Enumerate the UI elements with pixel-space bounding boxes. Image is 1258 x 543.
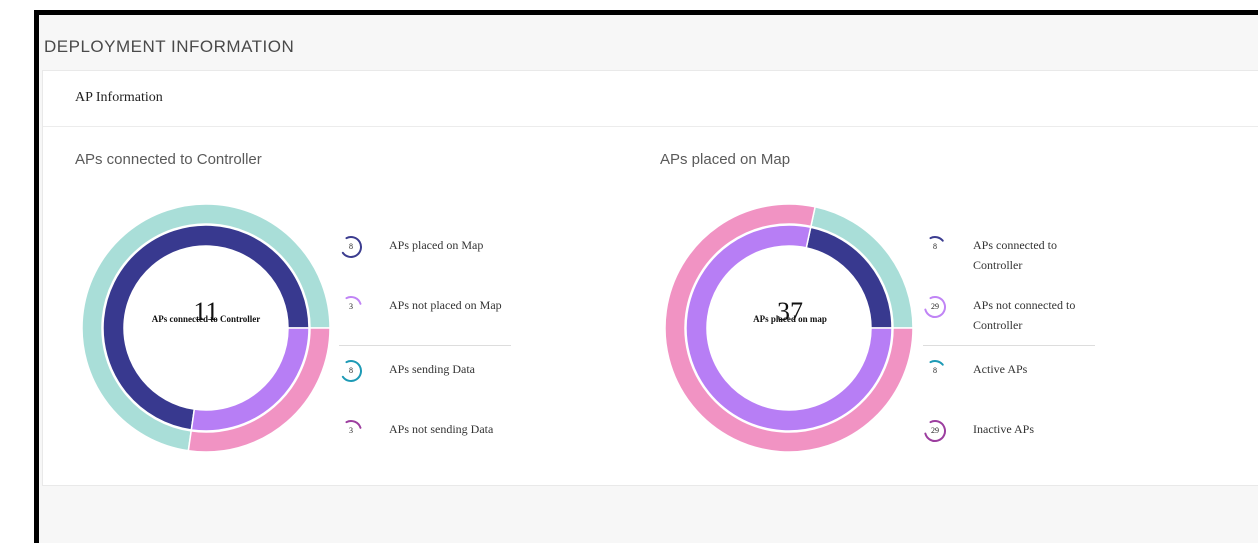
arc-icon: 3	[339, 419, 363, 443]
legend-label: APs sending Data	[389, 362, 475, 376]
map-panel: APs placed on Map 37 APs placed on map 8…	[623, 127, 1258, 485]
legend-item[interactable]: 29 APs not connected to Controller	[923, 295, 1113, 335]
arc-icon: 8	[923, 359, 947, 383]
card-header: AP Information	[43, 71, 1258, 127]
legend-item[interactable]: 3 APs not placed on Map	[339, 295, 529, 335]
legend-label: APs connected to Controller	[973, 238, 1057, 272]
page-title: DEPLOYMENT INFORMATION	[44, 37, 295, 56]
arc-icon: 29	[923, 295, 947, 319]
legend-item[interactable]: 8 APs sending Data	[339, 359, 529, 399]
controller-donut-center: 11 APs connected to Controller	[121, 297, 291, 347]
legend-label: APs not placed on Map	[389, 298, 502, 312]
legend-label: APs not sending Data	[389, 422, 494, 436]
map-legend: 8 APs connected to Controller 29 APs not…	[923, 235, 1123, 455]
controller-panel-title: APs connected to Controller	[75, 151, 262, 168]
map-panel-title: APs placed on Map	[660, 151, 791, 168]
legend-item[interactable]: 8 APs placed on Map	[339, 235, 529, 275]
legend-item[interactable]: 29 Inactive APs	[923, 419, 1113, 459]
legend-divider	[339, 345, 511, 346]
legend-label: Inactive APs	[973, 422, 1034, 436]
arc-icon: 3	[339, 295, 363, 319]
map-center-label: APs placed on map	[753, 314, 827, 324]
deployment-information-frame: DEPLOYMENT INFORMATION AP Information AP…	[34, 10, 1258, 543]
arc-icon: 8	[339, 359, 363, 383]
map-donut-center: 37 APs placed on map	[705, 297, 875, 347]
ap-information-card: AP Information APs connected to Controll…	[42, 70, 1258, 486]
legend-label: APs not connected to Controller	[973, 298, 1076, 332]
controller-panel: APs connected to Controller 11 APs conne…	[43, 127, 623, 485]
legend-item[interactable]: 8 Active APs	[923, 359, 1113, 399]
legend-label: Active APs	[973, 362, 1028, 376]
controller-center-label: APs connected to Controller	[151, 314, 261, 324]
legend-item[interactable]: 8 APs connected to Controller	[923, 235, 1113, 275]
legend-item[interactable]: 3 APs not sending Data	[339, 419, 529, 459]
arc-icon: 8	[923, 235, 947, 259]
arc-icon: 29	[923, 419, 947, 443]
legend-divider	[923, 345, 1095, 346]
arc-icon: 8	[339, 235, 363, 259]
card-title: AP Information	[75, 90, 163, 105]
controller-legend: 8 APs placed on Map 3 APs not placed on …	[339, 235, 539, 455]
legend-label: APs placed on Map	[389, 238, 484, 252]
